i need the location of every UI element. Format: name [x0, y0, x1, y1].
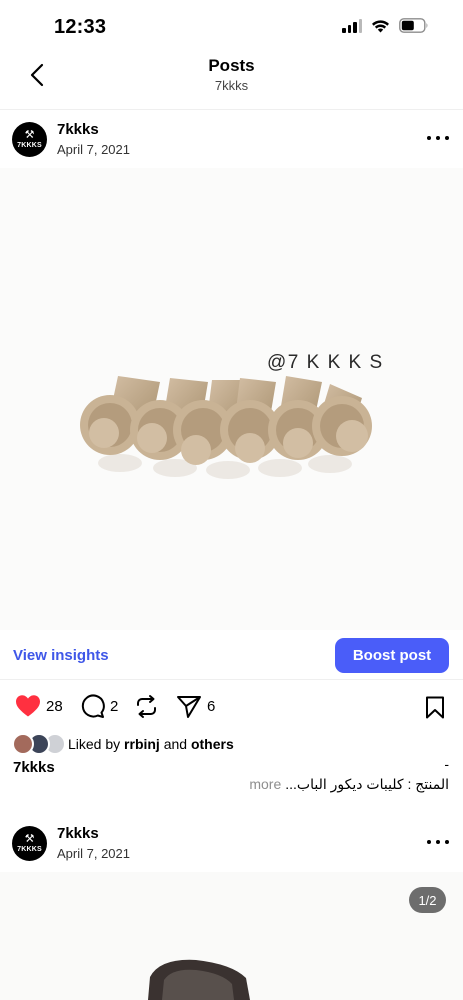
caption-username[interactable]: 7kkks: [13, 759, 55, 776]
post-image[interactable]: @7 K K K S: [0, 168, 463, 630]
boost-post-button[interactable]: Boost post: [335, 638, 449, 673]
avatar[interactable]: ⚒ 7KKKS: [12, 826, 47, 861]
post-date: April 7, 2021: [57, 142, 130, 157]
post-username[interactable]: 7kkks: [57, 121, 99, 138]
wifi-icon: [371, 19, 390, 33]
post-date: April 7, 2021: [57, 846, 130, 861]
avatar[interactable]: ⚒ 7KKKS: [12, 122, 47, 157]
save-button[interactable]: [425, 696, 445, 724]
battery-icon: [399, 18, 429, 33]
more-dot-icon: [427, 840, 431, 844]
status-bar: 12:33: [0, 0, 463, 50]
caption-text[interactable]: more المنتج : كليبات ديكور الباب...: [249, 776, 449, 793]
nav-header: Posts 7kkks: [0, 50, 463, 110]
more-options-button[interactable]: [427, 128, 449, 148]
share-button[interactable]: 6: [176, 694, 215, 719]
like-count: 28: [46, 697, 63, 715]
cellular-signal-icon: [342, 18, 362, 33]
tools-icon: ⚒: [24, 128, 35, 141]
share-count: 6: [207, 698, 216, 715]
post-header: ⚒ 7KKKS 7kkks April 7, 2021: [0, 110, 463, 168]
like-button[interactable]: 28: [15, 694, 63, 718]
comment-count: 2: [110, 698, 119, 715]
repost-icon: [137, 695, 156, 718]
more-dot-icon: [445, 136, 449, 140]
insights-row: View insights Boost post: [0, 632, 463, 680]
avatar: [12, 733, 34, 755]
post-actions: 28 2 6: [0, 690, 463, 726]
post-image[interactable]: 1/2: [0, 872, 463, 1000]
post-username[interactable]: 7kkks: [57, 825, 99, 842]
more-dot-icon: [436, 136, 440, 140]
more-dot-icon: [427, 136, 431, 140]
comment-button[interactable]: 2: [80, 694, 118, 719]
product-photo-illustration: [148, 959, 250, 1000]
door-clips-product-illustration: [80, 376, 372, 479]
send-icon: [177, 696, 201, 718]
more-options-button[interactable]: [427, 832, 449, 852]
liked-by-row[interactable]: Liked by rrbinj and others: [12, 733, 234, 755]
page-subtitle: 7kkks: [214, 78, 249, 93]
tools-icon: ⚒: [24, 832, 35, 845]
more-dot-icon: [436, 840, 440, 844]
liked-by-text: Liked by rrbinj and others: [68, 736, 234, 752]
page-title: Posts: [208, 56, 255, 75]
bookmark-icon: [426, 696, 444, 719]
post-header: ⚒ 7KKKS 7kkks April 7, 2021: [0, 814, 463, 872]
view-insights-link[interactable]: View insights: [13, 647, 109, 664]
liked-by-user[interactable]: rrbinj: [124, 736, 160, 752]
status-time: 12:33: [54, 16, 107, 38]
caption-dash: -: [444, 756, 449, 772]
status-icons: [342, 18, 429, 33]
repost-button[interactable]: [134, 694, 159, 719]
caption-more-link[interactable]: more: [249, 776, 281, 792]
liked-by-avatars: [12, 733, 68, 755]
avatar-logo-text: 7KKKS: [17, 845, 42, 853]
liked-by-others[interactable]: others: [191, 736, 234, 752]
heart-icon: [16, 695, 40, 717]
comment-icon: [81, 694, 105, 718]
caption-body: المنتج : كليبات ديكور الباب...: [285, 776, 449, 792]
avatar-logo-text: 7KKKS: [17, 141, 42, 149]
more-dot-icon: [445, 840, 449, 844]
